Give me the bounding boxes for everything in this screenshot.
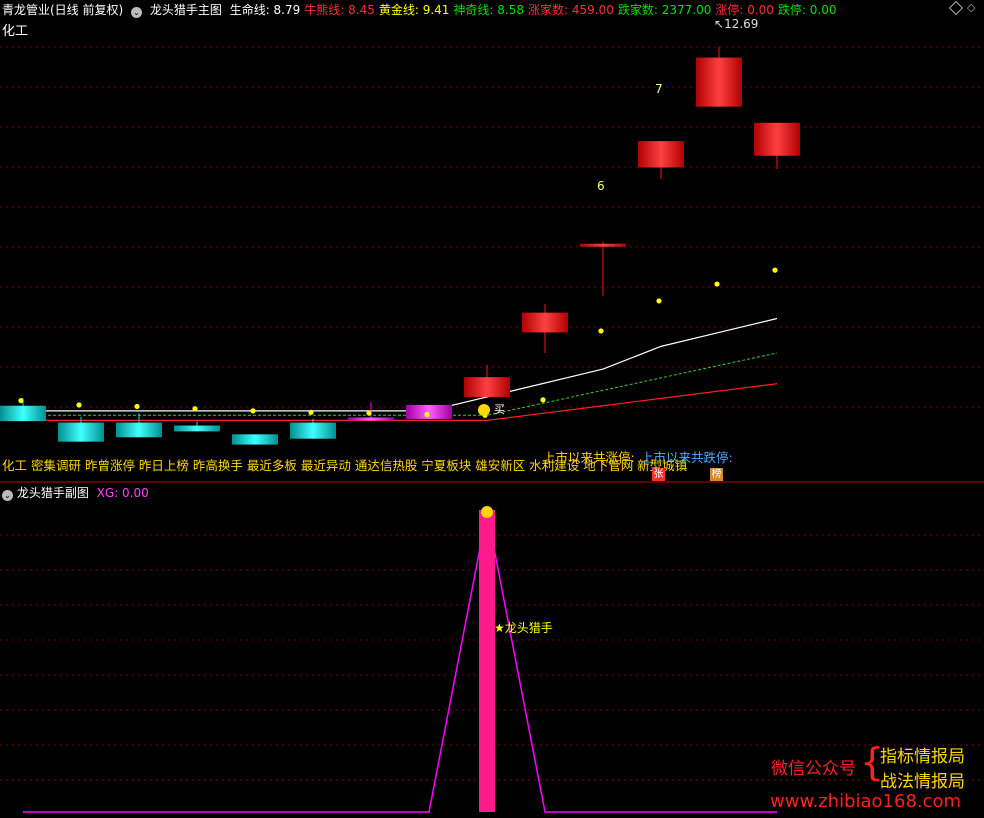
signal-dot (366, 410, 372, 416)
candle-body (174, 425, 220, 432)
signal-dot (598, 328, 604, 334)
signal-dot (308, 409, 314, 415)
signal-dot (192, 406, 198, 412)
signal-dot (134, 403, 140, 410)
sub-indicator-name[interactable]: 龙头猎手副图 (17, 486, 89, 500)
candle-body (232, 434, 278, 445)
sub-dropdown-icon[interactable]: ⌄ (2, 490, 13, 501)
limit-up-text: 上市以来共涨停: (543, 450, 635, 465)
xg-value: XG: 0.00 (96, 486, 149, 500)
signal-dot (714, 281, 720, 287)
arrow-icon: ↖ (714, 17, 725, 31)
signal-label: ★龙头猎手 (494, 621, 553, 635)
candle-body (116, 422, 162, 438)
signal-dot (76, 402, 82, 408)
xg-line (23, 511, 777, 813)
life-line (23, 317, 778, 412)
watermark-line1: 指标情报局 (880, 747, 965, 767)
signal-dot (656, 298, 662, 304)
limit-down-text: 上市以来共跌停: (641, 450, 733, 465)
board-count-6: 6 (597, 179, 605, 193)
candle-body (464, 377, 510, 397)
candle-body (754, 122, 800, 156)
candle-body (580, 243, 626, 247)
high-price-label: ↖12.69 (714, 17, 759, 31)
board-count-7: 7 (655, 82, 663, 96)
signal-dot (250, 408, 256, 414)
candle-body (348, 417, 394, 421)
money-bag-icon (481, 506, 493, 518)
xg-bar (479, 510, 495, 812)
buy-label: 买 (493, 403, 505, 416)
money-bag-icon (478, 403, 490, 416)
candle-body (696, 57, 742, 107)
bang-badge[interactable]: 榜 (710, 468, 723, 481)
candle-body (290, 422, 336, 439)
signal-dot (424, 411, 430, 418)
candle-body (58, 422, 104, 442)
candle-body (522, 312, 568, 333)
watermark-line2: 战法情报局 (880, 772, 965, 792)
signal-dot (18, 398, 24, 404)
wechat-label: 微信公众号 (771, 759, 856, 779)
signal-dot (772, 267, 778, 273)
candle-body (0, 405, 46, 422)
buy-marker: 买 (478, 401, 505, 417)
signal-dot (540, 397, 546, 403)
candle-body (638, 141, 684, 168)
zhang-badge[interactable]: 张 (652, 468, 665, 481)
watermark-url: www.zhibiao168.com (770, 791, 962, 812)
sub-header: ⌄ 龙头猎手副图 XG: 0.00 (2, 484, 149, 501)
candle-body (406, 405, 452, 419)
